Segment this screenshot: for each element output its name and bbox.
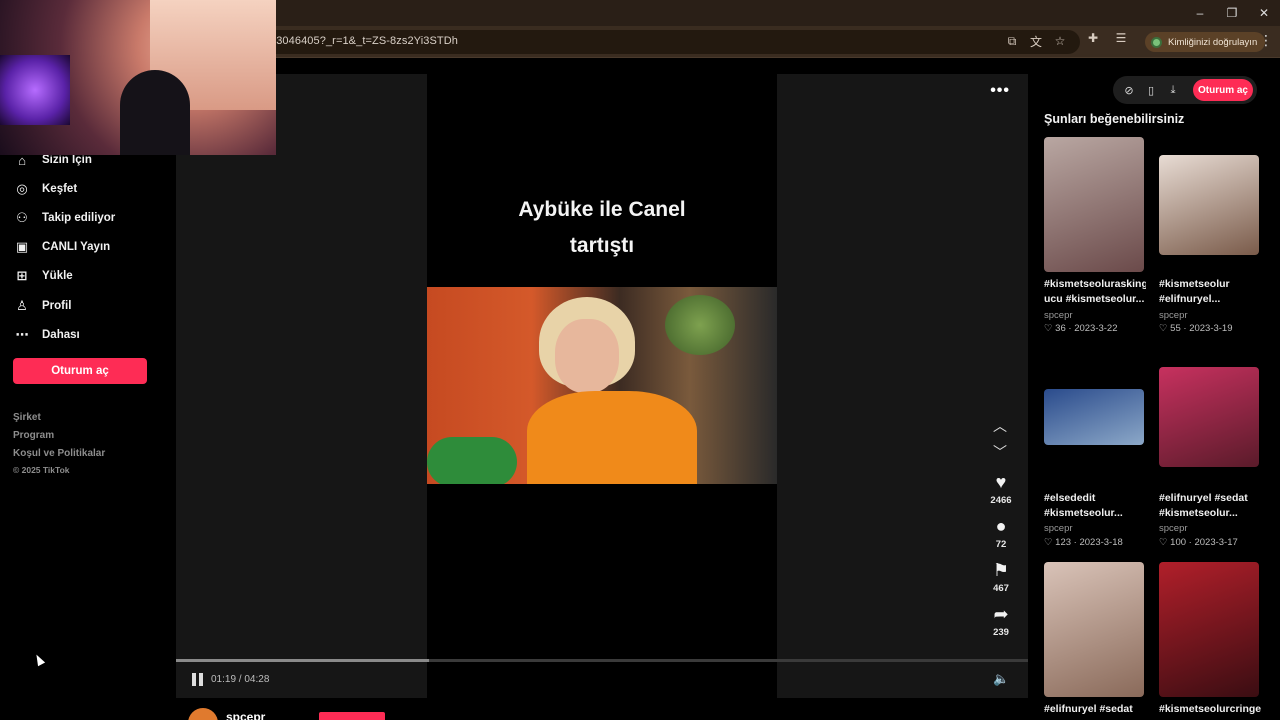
card-title: #kismetseolurasking ucu #kismetseolur... (1044, 278, 1146, 305)
progress-fill (176, 659, 430, 662)
following-icon: ⚇ (16, 210, 28, 225)
heart-icon[interactable]: ♥ (981, 472, 1021, 492)
footer-link-program[interactable]: Program (13, 430, 54, 441)
restore-icon[interactable]: ❐ (1216, 0, 1248, 26)
copyright: © 2025 TikTok (13, 465, 70, 475)
avatar[interactable] (188, 708, 218, 720)
share-count: 239 (993, 627, 1009, 638)
like-action[interactable]: ♥ 2466 (981, 472, 1021, 506)
window-controls: – ❐ ✕ (1184, 0, 1280, 26)
verify-chip-label: Kimliğinizi doğrulayın (1168, 36, 1258, 48)
sidebar-item-profile[interactable]: ♙ Profil (14, 298, 71, 314)
more-icon: ⋯ (15, 327, 29, 342)
video-player[interactable]: Aybüke ile Canel tartıştı ••• ︿ ﹀ ♥ 2466… (176, 74, 1028, 698)
playback-time: 01:19 / 04:28 (211, 674, 270, 685)
verify-identity-chip[interactable]: Kimliğinizi doğrulayın (1145, 32, 1266, 52)
sidebar-signin-button[interactable]: Oturum aç (13, 358, 147, 384)
upload-icon: ⊞ (16, 268, 28, 283)
compass-icon: ◎ (16, 181, 28, 196)
minimize-icon[interactable]: – (1184, 0, 1216, 26)
more-options-icon[interactable]: ••• (990, 82, 1010, 100)
video-clip-image (427, 287, 777, 484)
video-thumbnail[interactable] (1044, 389, 1144, 445)
volume-icon[interactable]: 🔈 (993, 671, 1009, 687)
live-tv-icon: ▣ (15, 239, 29, 254)
star-icon[interactable]: ☆ (1052, 33, 1068, 49)
comment-icon[interactable]: ● (981, 516, 1021, 536)
share-icon[interactable]: ➦ (981, 604, 1021, 624)
author-name[interactable]: spcepr (226, 710, 265, 720)
header-signin-button[interactable]: Oturum aç (1193, 79, 1253, 101)
card-title: #elifnuryel #sedat #kismetseolur... (1159, 492, 1248, 519)
footer-link-terms[interactable]: Koşul ve Politikalar (13, 448, 105, 459)
bookmark-action[interactable]: ⚑ 467 (981, 560, 1021, 594)
translate-icon[interactable]: 文 (1028, 33, 1044, 49)
sidebar-item-live[interactable]: ▣ CANLI Yayın (14, 239, 110, 255)
author-strip: spcepr (176, 698, 1028, 720)
video-thumbnail[interactable] (1159, 155, 1259, 255)
pause-icon[interactable] (192, 673, 204, 686)
card-author[interactable]: spcepr (1159, 310, 1188, 321)
close-icon[interactable]: ✕ (1248, 0, 1280, 26)
sidebar-item-following[interactable]: ⚇ Takip ediliyor (14, 210, 115, 226)
card-title: #elifnuryel #sedat (1044, 703, 1133, 715)
browser-menu-icon[interactable]: ⋮ (1259, 32, 1273, 49)
previous-video-icon[interactable]: ︿ (993, 416, 1007, 436)
sidebar-item-label: CANLI Yayın (42, 241, 111, 253)
bookmark-icon[interactable]: ⚑ (981, 560, 1021, 580)
sidebar-item-explore[interactable]: ◎ Keşfet (14, 181, 77, 197)
card-meta: ♡ 100 · 2023-3-17 (1159, 537, 1238, 548)
card-author[interactable]: spcepr (1159, 523, 1188, 534)
verify-status-icon (1151, 36, 1162, 48)
video-thumbnail[interactable] (1044, 137, 1144, 272)
sidebar-item-label: Keşfet (42, 183, 78, 195)
share-action[interactable]: ➦ 239 (981, 604, 1021, 638)
sidebar-item-more[interactable]: ⋯ Dahası (14, 327, 80, 343)
card-meta: ♡ 123 · 2023-3-18 (1044, 537, 1123, 548)
next-video-icon[interactable]: ﹀ (993, 442, 1007, 462)
progress-bar[interactable] (176, 659, 1028, 662)
card-author[interactable]: spcepr (1044, 523, 1073, 534)
video-thumbnail[interactable] (1159, 562, 1259, 697)
sidebar-item-upload[interactable]: ⊞ Yükle (14, 268, 73, 284)
profile-icon: ♙ (16, 298, 28, 313)
video-caption-line-2: tartıştı (569, 234, 635, 257)
extensions-icon[interactable]: ✚ (1085, 30, 1101, 46)
url-text[interactable]: 43046405?_r=1&_t=ZS-8zs2Yi3STDh (270, 35, 458, 47)
card-meta: ♡ 55 · 2023-3-19 (1159, 323, 1233, 334)
comment-count: 72 (995, 539, 1007, 550)
recommendations-panel: ⊘ ▯ ⤓ Oturum aç Şunları beğenebilirsiniz… (1028, 58, 1280, 720)
card-title: #kismetseolur #elifnuryel... (1159, 278, 1230, 305)
footer-link-company[interactable]: Şirket (13, 412, 41, 423)
phone-icon[interactable]: ▯ (1143, 82, 1159, 98)
video-thumbnail[interactable] (1044, 562, 1144, 697)
tab-search-icon[interactable]: ☰ (1113, 30, 1129, 46)
follow-button[interactable] (319, 712, 385, 720)
toolbar-icons: ✚ ☰ (1085, 30, 1129, 46)
card-title: #elsededit #kismetseolur... (1044, 492, 1123, 519)
sidebar-item-label: Yükle (42, 270, 73, 282)
download-icon[interactable]: ⤓ (1165, 82, 1181, 98)
recommendations-heading: Şunları beğenebilirsiniz (1044, 112, 1185, 126)
sidebar-item-label: Sizin İçin (42, 154, 92, 166)
like-count: 2466 (990, 495, 1012, 506)
sidebar-item-label: Dahası (42, 329, 80, 341)
comment-action[interactable]: ● 72 (981, 516, 1021, 550)
card-meta: ♡ 36 · 2023-3-22 (1044, 323, 1118, 334)
sidebar-item-label: Profil (42, 300, 72, 312)
webcam-overlay (0, 0, 276, 155)
address-bar-icons: ⧉ 文 ☆ (1004, 33, 1068, 49)
video-caption-line-1: Aybüke ile Canel (518, 198, 686, 221)
video-frame[interactable]: Aybüke ile Canel tartıştı (427, 74, 777, 698)
sidebar: ⌂ Sizin İçin ◎ Keşfet ⚇ Takip ediliyor ▣… (0, 140, 176, 720)
video-thumbnail[interactable] (1159, 367, 1259, 467)
sidebar-item-label: Takip ediliyor (42, 212, 116, 224)
card-title: #kismetseolurcringe (1159, 703, 1261, 715)
install-app-icon[interactable]: ⧉ (1004, 33, 1020, 49)
address-bar[interactable]: 43046405?_r=1&_t=ZS-8zs2Yi3STDh ⧉ 文 ☆ (240, 30, 1080, 54)
bookmark-count: 467 (993, 583, 1009, 594)
compass-small-icon[interactable]: ⊘ (1121, 82, 1137, 98)
card-author[interactable]: spcepr (1044, 310, 1073, 321)
